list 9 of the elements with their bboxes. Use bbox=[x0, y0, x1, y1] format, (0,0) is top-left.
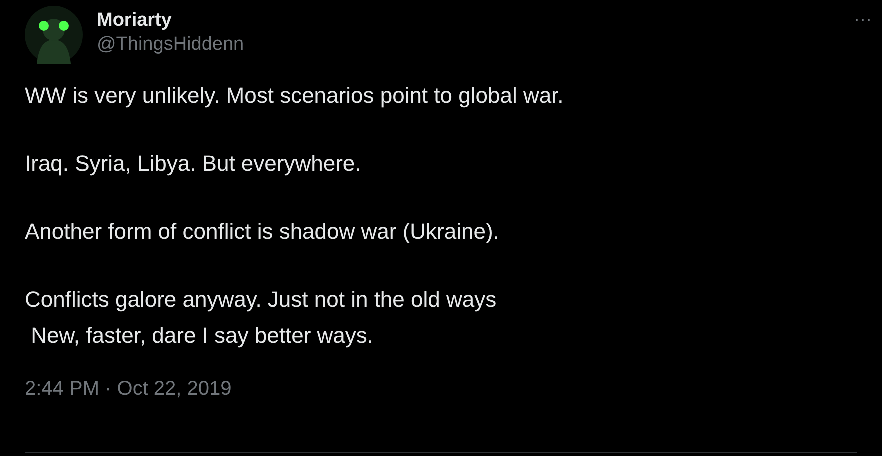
tweet-timestamp[interactable]: 2:44 PM · Oct 22, 2019 bbox=[25, 378, 232, 401]
more-button[interactable]: ··· bbox=[854, 10, 872, 28]
author-handle[interactable]: @ThingsHiddenn bbox=[97, 32, 244, 58]
tweet-paragraph: Conflicts galore anyway. Just not in the old ways New, faster, dare I say better ways. bbox=[25, 286, 498, 350]
tweet-paragraph: Another form of conflict is shadow war (Ukraine). bbox=[25, 218, 500, 246]
tweet-paragraph: WW is very unlikely. Most scenarios point to global war. bbox=[25, 82, 565, 110]
tweet-paragraph: Iraq. Syria, Libya. But everywhere. bbox=[25, 150, 362, 178]
author-name[interactable]: Moriarty bbox=[97, 10, 244, 32]
avatar[interactable] bbox=[25, 6, 83, 64]
